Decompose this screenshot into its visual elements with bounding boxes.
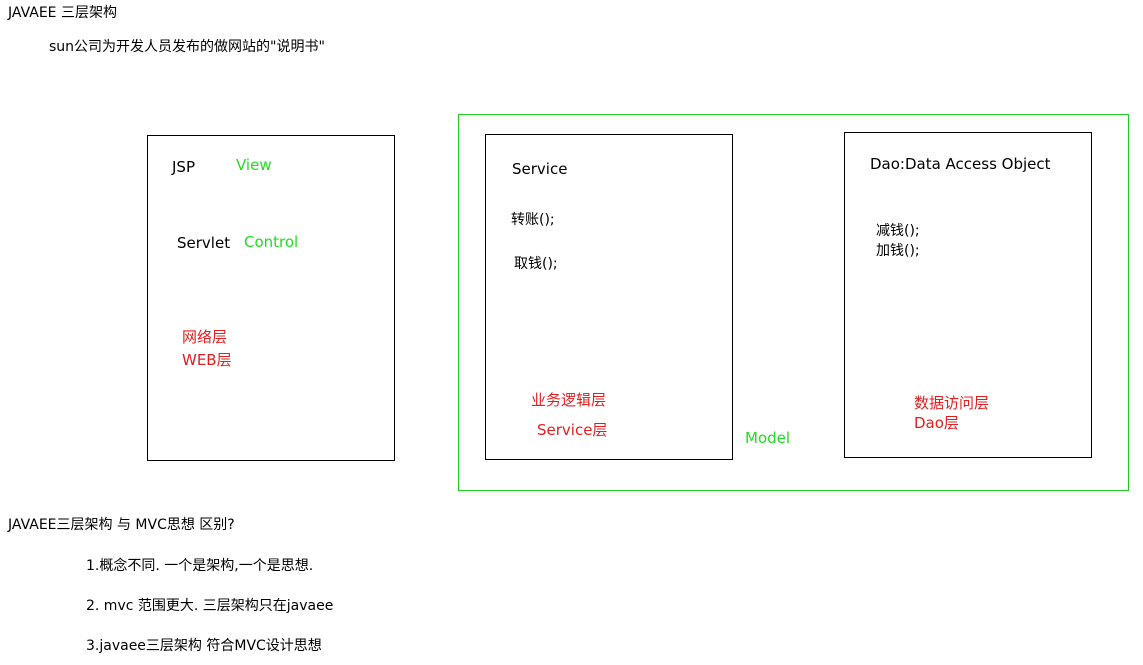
comparison-question: JAVAEE三层架构 与 MVC思想 区别? [8, 517, 235, 533]
service-method-transfer: 转账(); [511, 212, 555, 228]
control-label: Control [244, 233, 299, 251]
service-method-withdraw: 取钱(); [514, 256, 558, 272]
dao-layer-name-cn: 数据访问层 [914, 394, 990, 412]
model-label: Model [745, 429, 791, 447]
service-layer-box [485, 134, 733, 460]
jsp-label: JSP [172, 158, 195, 176]
page-subtitle: sun公司为开发人员发布的做网站的"说明书" [49, 39, 325, 55]
web-layer-name-cn: 网络层 [182, 328, 228, 346]
comparison-point: 2. mvc 范围更大. 三层架构只在javaee [86, 598, 334, 614]
view-label: View [236, 156, 272, 174]
web-layer-box [147, 135, 395, 461]
dao-title: Dao:Data Access Object [870, 155, 1051, 173]
web-layer-name-en: WEB层 [182, 351, 232, 369]
comparison-point: 1.概念不同. 一个是架构,一个是思想. [86, 558, 314, 574]
comparison-point: 3.javaee三层架构 符合MVC设计思想 [86, 638, 322, 654]
service-title: Service [512, 160, 568, 178]
service-layer-name-en: Service层 [537, 421, 608, 439]
dao-method-increase: 加钱(); [876, 243, 920, 259]
service-layer-name-cn: 业务逻辑层 [531, 391, 607, 409]
dao-method-decrease: 减钱(); [876, 223, 920, 239]
servlet-label: Servlet [177, 234, 231, 252]
page-title: JAVAEE 三层架构 [8, 5, 117, 21]
dao-layer-name-en: Dao层 [914, 414, 959, 432]
